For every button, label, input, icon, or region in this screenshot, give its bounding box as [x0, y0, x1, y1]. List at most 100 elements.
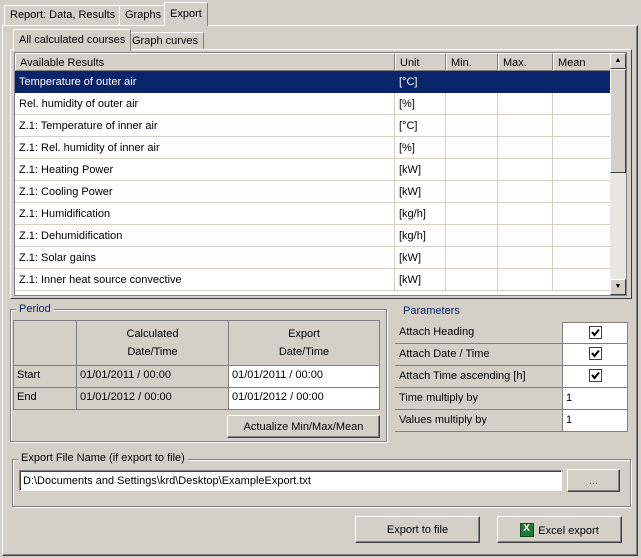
subtab-all-calculated-courses[interactable]: All calculated courses [13, 29, 132, 51]
max-cell [498, 71, 553, 93]
excel-export-button[interactable]: Excel export [497, 516, 622, 543]
max-cell [498, 247, 553, 269]
tab-label: Graphs [125, 9, 162, 21]
header-line: Date/Time [127, 346, 178, 358]
checkmark-icon [591, 328, 600, 337]
header-line: Date/Time [278, 346, 330, 358]
mean-cell [553, 203, 613, 225]
result-name-cell: Z.1: Temperature of inner air [15, 115, 395, 137]
results-table[interactable]: Available Results Unit Min. Max. Mean Te… [14, 52, 627, 296]
tab-label: Export [170, 8, 202, 20]
unit-cell: [kW] [395, 181, 446, 203]
export-to-file-button[interactable]: Export to file [355, 516, 480, 543]
browse-button[interactable]: ... [567, 469, 620, 492]
mean-cell [553, 225, 613, 247]
period-title: Period [16, 303, 54, 315]
header-line: Calculated [126, 328, 179, 340]
unit-cell: [kg/h] [395, 203, 446, 225]
mean-cell [553, 137, 613, 159]
column-header-available-results[interactable]: Available Results [15, 53, 395, 71]
header-line: Export [288, 328, 320, 340]
values-multiply-input[interactable]: 1 [562, 410, 628, 432]
unit-cell: [%] [395, 93, 446, 115]
attach-datetime-cell[interactable] [562, 344, 628, 366]
min-cell [446, 159, 498, 181]
period-header-calculated: Calculated Date/Time [76, 320, 229, 366]
checkmark-icon [591, 349, 600, 358]
table-header: Available Results Unit Min. Max. Mean [15, 53, 613, 71]
scroll-down-icon[interactable]: ▼ [610, 279, 626, 295]
tab-export[interactable]: Export [164, 2, 208, 26]
table-row[interactable]: Z.1: Rel. humidity of inner air [%] [15, 137, 613, 159]
tab-report-data-results[interactable]: Report: Data, Results [4, 5, 122, 25]
export-file-title: Export File Name (if export to file) [18, 452, 188, 464]
unit-cell: [kW] [395, 159, 446, 181]
result-name-cell: Z.1: Heating Power [15, 159, 395, 181]
min-cell [446, 137, 498, 159]
mean-cell [553, 159, 613, 181]
column-header-unit[interactable]: Unit [395, 53, 446, 71]
column-header-mean[interactable]: Mean [553, 53, 613, 71]
min-cell [446, 181, 498, 203]
max-cell [498, 93, 553, 115]
parameters-title: Parameters [400, 305, 463, 317]
period-start-label: Start [13, 365, 77, 388]
column-header-min[interactable]: Min. [446, 53, 498, 71]
min-cell [446, 71, 498, 93]
subtab-label: All calculated courses [19, 34, 126, 46]
result-name-cell: Z.1: Humidification [15, 203, 395, 225]
attach-datetime-label: Attach Date / Time [395, 344, 562, 366]
mean-cell [553, 115, 613, 137]
min-cell [446, 269, 498, 291]
mean-cell [553, 93, 613, 115]
period-start-calculated: 01/01/2011 / 00:00 [76, 365, 229, 388]
result-name-cell: Temperature of outer air [15, 71, 395, 93]
max-cell [498, 225, 553, 247]
period-start-export-input[interactable]: 01/01/2011 / 00:00 [228, 365, 380, 388]
unit-cell: [°C] [395, 115, 446, 137]
unit-cell: [kg/h] [395, 225, 446, 247]
time-multiply-label: Time multiply by [395, 388, 562, 410]
max-cell [498, 269, 553, 291]
scroll-up-icon[interactable]: ▲ [610, 53, 626, 69]
table-row[interactable]: Z.1: Inner heat source convective [kW] [15, 269, 613, 291]
result-name-cell: Z.1: Cooling Power [15, 181, 395, 203]
actualize-min-max-mean-button[interactable]: Actualize Min/Max/Mean [227, 415, 380, 438]
result-name-cell: Z.1: Dehumidification [15, 225, 395, 247]
mean-cell [553, 247, 613, 269]
table-row[interactable]: Temperature of outer air [°C] [15, 71, 613, 93]
scroll-thumb[interactable] [610, 69, 626, 173]
subtab-graph-curves[interactable]: Graph curves [126, 32, 205, 50]
excel-export-label: Excel export [538, 525, 599, 537]
period-end-label: End [13, 387, 77, 410]
attach-time-ascending-checkbox[interactable] [589, 369, 602, 382]
period-header-corner [13, 320, 77, 366]
max-cell [498, 159, 553, 181]
attach-heading-cell[interactable] [562, 322, 628, 344]
results-vertical-scrollbar[interactable]: ▲ ▼ [610, 53, 626, 295]
period-end-export-input[interactable]: 01/01/2012 / 00:00 [228, 387, 380, 410]
max-cell [498, 203, 553, 225]
max-cell [498, 181, 553, 203]
column-header-max[interactable]: Max. [498, 53, 553, 71]
table-row[interactable]: Z.1: Temperature of inner air [°C] [15, 115, 613, 137]
min-cell [446, 115, 498, 137]
attach-time-ascending-cell[interactable] [562, 366, 628, 388]
table-row[interactable]: Rel. humidity of outer air [%] [15, 93, 613, 115]
attach-datetime-checkbox[interactable] [589, 347, 602, 360]
mean-cell [553, 71, 613, 93]
table-row[interactable]: Z.1: Solar gains [kW] [15, 247, 613, 269]
mean-cell [553, 269, 613, 291]
checkmark-icon [591, 371, 600, 380]
table-row[interactable]: Z.1: Heating Power [kW] [15, 159, 613, 181]
tab-graphs[interactable]: Graphs [119, 5, 168, 25]
table-row[interactable]: Z.1: Dehumidification [kg/h] [15, 225, 613, 247]
max-cell [498, 137, 553, 159]
time-multiply-input[interactable]: 1 [562, 388, 628, 410]
table-row[interactable]: Z.1: Humidification [kg/h] [15, 203, 613, 225]
unit-cell: [%] [395, 137, 446, 159]
attach-heading-checkbox[interactable] [589, 326, 602, 339]
table-row[interactable]: Z.1: Cooling Power [kW] [15, 181, 613, 203]
export-file-path-input[interactable]: D:\Documents and Settings\krd\Desktop\Ex… [19, 470, 562, 491]
subtab-label: Graph curves [132, 35, 199, 47]
